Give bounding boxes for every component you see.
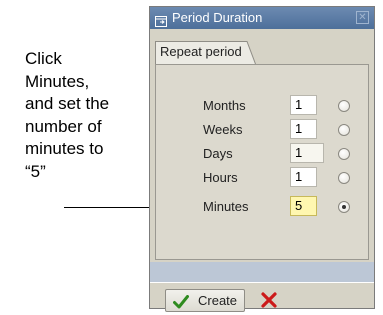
days-label: Days [203,146,233,161]
minutes-label: Minutes [203,199,249,214]
tab-repeat-period-label: Repeat period [160,44,242,59]
create-button-label: Create [198,293,238,308]
instruction-callout: Click Minutes, and set the number of min… [25,49,110,181]
window-icon [155,12,167,27]
weeks-field[interactable]: 1 [290,119,317,139]
months-radio[interactable] [338,100,350,112]
checkmark-icon [173,294,189,315]
days-radio[interactable] [338,148,350,160]
create-button[interactable]: Create [165,289,245,312]
hours-label: Hours [203,170,238,185]
tab-repeat-period[interactable]: Repeat period [155,41,256,64]
months-label: Months [203,98,246,113]
repeat-period-panel [155,64,369,260]
weeks-radio[interactable] [338,124,350,136]
period-duration-dialog: Period Duration ✕ Repeat period Months 1… [149,6,375,312]
months-field[interactable]: 1 [290,95,317,115]
close-icon[interactable]: ✕ [356,11,369,24]
minutes-field[interactable]: 5 [290,196,317,216]
weeks-label: Weeks [203,122,243,137]
status-strip [150,262,374,282]
cancel-x-icon[interactable] [259,290,279,310]
dialog-title: Period Duration [172,10,263,25]
hours-radio[interactable] [338,172,350,184]
hours-field[interactable]: 1 [290,167,317,187]
days-field[interactable]: 1 [290,143,324,163]
dialog-titlebar[interactable]: Period Duration ✕ [150,7,374,29]
minutes-radio[interactable] [338,201,350,213]
